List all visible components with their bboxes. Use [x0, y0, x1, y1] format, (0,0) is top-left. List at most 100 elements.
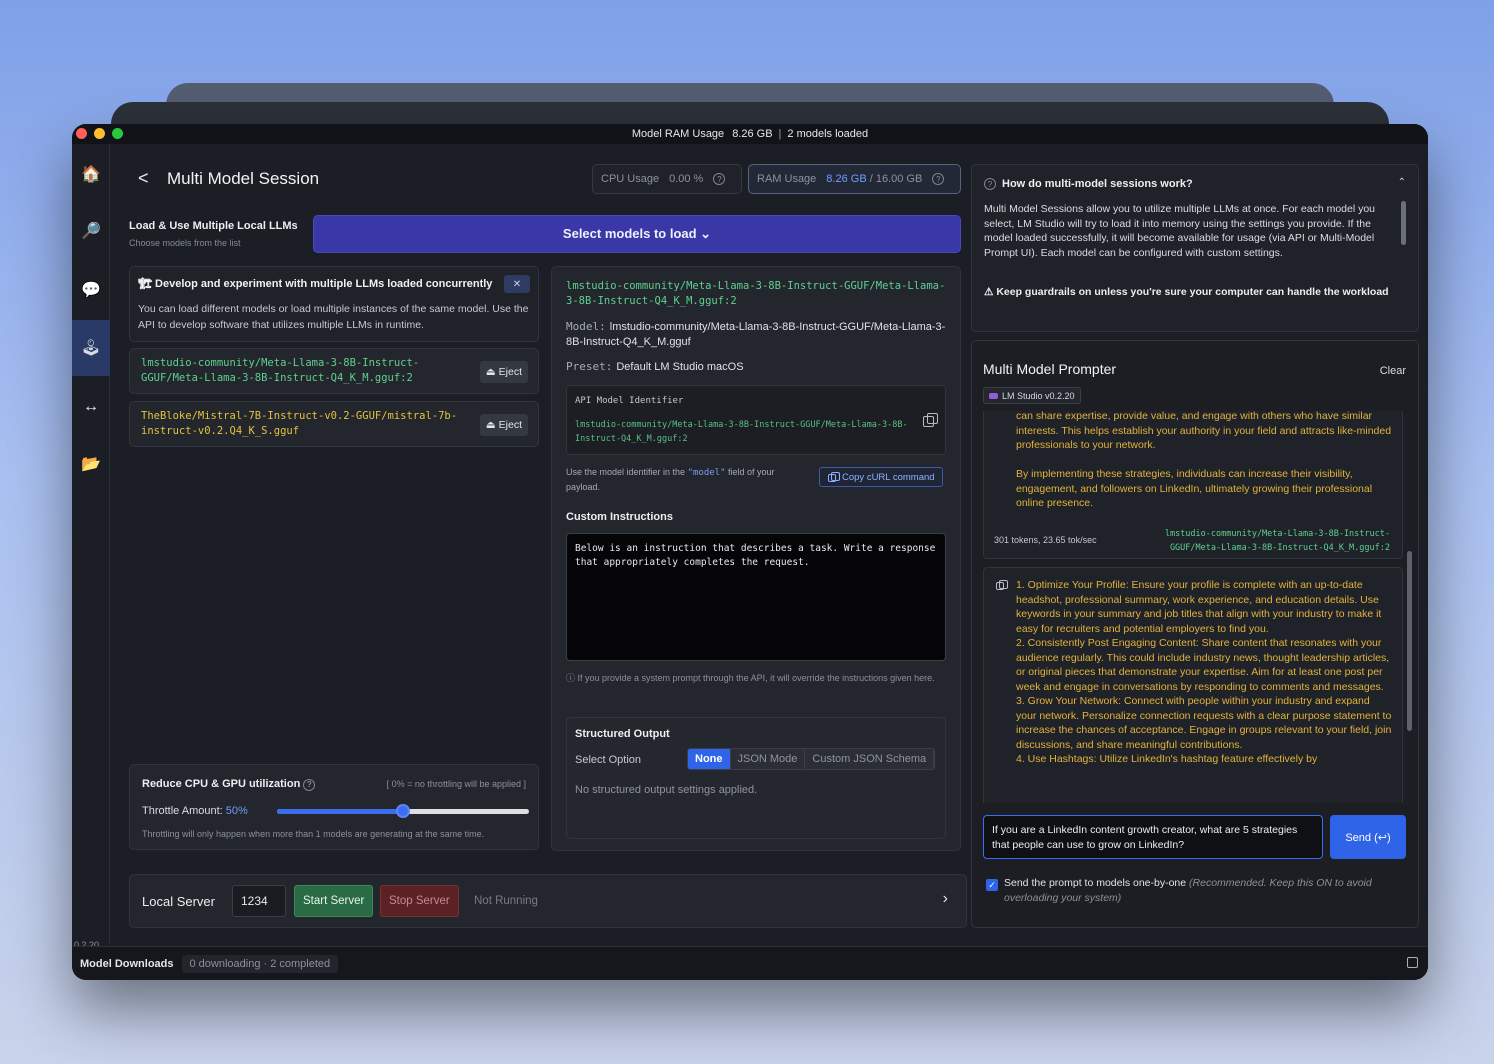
copy-icon[interactable]	[996, 580, 1008, 590]
eject-button[interactable]: ⏏ Eject	[479, 361, 528, 383]
version-badge: LM Studio v0.2.20	[983, 387, 1081, 404]
page-title: Multi Model Session	[167, 169, 320, 188]
throttle-slider-handle[interactable]	[396, 804, 410, 818]
copy-curl-button[interactable]: Copy cURL command	[819, 467, 943, 487]
ram-usage-value: 8.26 GB	[732, 128, 773, 140]
one-by-one-checkbox[interactable]: ✓	[986, 879, 998, 891]
back-button[interactable]: <	[138, 168, 149, 189]
loaded-model-name: TheBloke/Mistral-7B-Instruct-v0.2-GGUF/m…	[141, 410, 458, 437]
model-downloads-bar: Model Downloads 0 downloading · 2 comple…	[72, 946, 1428, 980]
model-response: 1. Optimize Your Profile: Ensure your pr…	[983, 567, 1403, 803]
scrollbar[interactable]	[1407, 551, 1412, 731]
help-icon[interactable]: ?	[932, 173, 945, 185]
throttle-amount-label: Throttle Amount: 50%	[142, 805, 248, 817]
load-section-subtitle: Choose models from the list	[129, 238, 241, 248]
faq-answer: Multi Model Sessions allow you to utiliz…	[984, 203, 1376, 259]
option-custom-json-schema[interactable]: Custom JSON Schema	[805, 749, 935, 769]
faq-question[interactable]: How do multi-model sessions work?	[1002, 178, 1193, 190]
structured-output-title: Structured Output	[575, 728, 670, 740]
loaded-model-name: lmstudio-community/Meta-Llama-3-8B-Instr…	[141, 357, 420, 384]
port-input[interactable]: 1234	[232, 885, 286, 917]
ram-total-value: / 16.00 GB	[866, 173, 923, 185]
throttle-title: Reduce CPU & GPU utilization ?	[142, 778, 316, 791]
ram-usage-label: Model RAM Usage	[631, 128, 725, 140]
clear-button[interactable]: Clear	[1380, 365, 1406, 377]
option-none[interactable]: None	[688, 749, 731, 769]
response-text: 1. Optimize Your Profile: Ensure your pr…	[1016, 579, 1392, 765]
copy-icon[interactable]	[923, 413, 938, 427]
folder-icon[interactable]: 📂	[72, 444, 110, 484]
search-icon[interactable]: 🔎	[72, 211, 110, 251]
api-identifier-box: API Model Identifier lmstudio-community/…	[566, 385, 946, 455]
ram-usage-label: RAM Usage	[757, 173, 817, 185]
throttle-slider[interactable]	[277, 804, 529, 818]
sidebar: 🏠 🔎 💬 🕹 ↔ 📂 0.2.20	[72, 144, 110, 950]
throttle-description: Throttling will only happen when more th…	[142, 829, 485, 839]
eject-icon: ⏏	[485, 366, 496, 378]
info-banner-title: 🏗 Develop and experiment with multiple L…	[138, 278, 493, 290]
model-config-panel: lmstudio-community/Meta-Llama-3-8B-Instr…	[551, 266, 961, 851]
local-server-bar: Local Server 1234 Start Server Stop Serv…	[129, 874, 967, 928]
close-icon[interactable]: ✕	[504, 275, 530, 293]
throttle-amount-value: 50%	[225, 805, 248, 817]
stop-server-button[interactable]: Stop Server	[380, 885, 459, 917]
separator: |	[778, 128, 782, 140]
eject-label: Eject	[498, 366, 522, 378]
start-server-button[interactable]: Start Server	[294, 885, 374, 917]
api-identifier-value: lmstudio-community/Meta-Llama-3-8B-Instr…	[575, 420, 908, 444]
loaded-model-card[interactable]: TheBloke/Mistral-7B-Instruct-v0.2-GGUF/m…	[129, 401, 539, 447]
eject-label: Eject	[498, 419, 522, 431]
custom-instructions-input[interactable]: Below is an instruction that describes a…	[566, 533, 946, 661]
model-downloads-title[interactable]: Model Downloads	[80, 958, 174, 970]
loaded-model-card[interactable]: lmstudio-community/Meta-Llama-3-8B-Instr…	[129, 348, 539, 394]
prompter-title: Multi Model Prompter	[983, 361, 1117, 377]
structured-output-label: Select Option	[575, 754, 642, 766]
selected-model-path: lmstudio-community/Meta-Llama-3-8B-Instr…	[566, 280, 946, 307]
model-row: Model: lmstudio-community/Meta-Llama-3-8B…	[566, 320, 946, 348]
app-window: Model RAM Usage 8.26 GB | 2 models loade…	[72, 124, 1428, 980]
multi-model-prompter: Multi Model Prompter Clear LM Studio v0.…	[971, 340, 1419, 928]
model-response: can share expertise, provide value, and …	[983, 411, 1403, 559]
faq-panel: ? How do multi-model sessions work? ⌃ Mu…	[971, 164, 1419, 332]
ram-usage-value: 8.26 GB	[826, 173, 867, 185]
preset-row: Preset: Default LM Studio macOS	[566, 360, 744, 373]
cpu-usage-value: 0.00 %	[669, 173, 704, 185]
minimize-window-button[interactable]	[94, 128, 105, 139]
scrollbar[interactable]	[1401, 201, 1406, 245]
chevron-up-icon[interactable]: ⌃	[1398, 177, 1406, 188]
chevron-right-icon[interactable]: ›	[943, 890, 948, 908]
load-section-title: Load & Use Multiple Local LLMs	[129, 220, 298, 232]
server-status: Not Running	[474, 895, 538, 907]
eject-icon: ⏏	[485, 419, 496, 431]
custom-instructions-title: Custom Instructions	[566, 511, 673, 523]
copy-icon	[828, 472, 840, 482]
prompt-input[interactable]: If you are a LinkedIn content growth cre…	[983, 815, 1323, 859]
zoom-window-button[interactable]	[112, 128, 123, 139]
info-banner-body: You can load different models or load mu…	[138, 303, 529, 331]
faq-warning: ⚠ Keep guardrails on unless you're sure …	[984, 286, 1389, 298]
select-models-button[interactable]: Select models to load ⌄	[313, 215, 961, 253]
throttle-panel: Reduce CPU & GPU utilization ? [ 0% = no…	[129, 764, 539, 850]
response-text: can share expertise, provide value, and …	[1016, 411, 1392, 451]
eject-button[interactable]: ⏏ Eject	[479, 414, 528, 436]
multi-model-icon[interactable]: 🕹	[72, 320, 110, 376]
custom-instructions-note: ⓘ If you provide a system prompt through…	[566, 673, 935, 683]
send-button[interactable]: Send (↩)	[1330, 815, 1406, 859]
info-banner: 🏗 Develop and experiment with multiple L…	[129, 266, 539, 342]
structured-output-options: None JSON Mode Custom JSON Schema	[687, 748, 936, 770]
close-window-button[interactable]	[76, 128, 87, 139]
help-icon[interactable]: ?	[713, 173, 726, 185]
question-icon: ?	[984, 178, 996, 190]
chat-icon[interactable]: 💬	[72, 270, 110, 310]
server-arrows-icon[interactable]: ↔	[72, 387, 110, 427]
home-icon[interactable]: 🏠	[72, 154, 110, 194]
title-bar: Model RAM Usage 8.26 GB | 2 models loade…	[72, 124, 1428, 144]
response-stats: 301 tokens, 23.65 tok/sec	[994, 535, 1097, 545]
option-json-mode[interactable]: JSON Mode	[730, 749, 806, 769]
local-server-title: Local Server	[142, 894, 215, 909]
panel-toggle-icon[interactable]	[1407, 957, 1418, 968]
response-model-name: lmstudio-community/Meta-Llama-3-8B-Instr…	[1164, 529, 1390, 553]
help-icon[interactable]: ?	[303, 778, 316, 791]
lm-studio-logo-icon	[989, 392, 998, 399]
throttle-note: [ 0% = no throttling will be applied ]	[386, 779, 526, 789]
